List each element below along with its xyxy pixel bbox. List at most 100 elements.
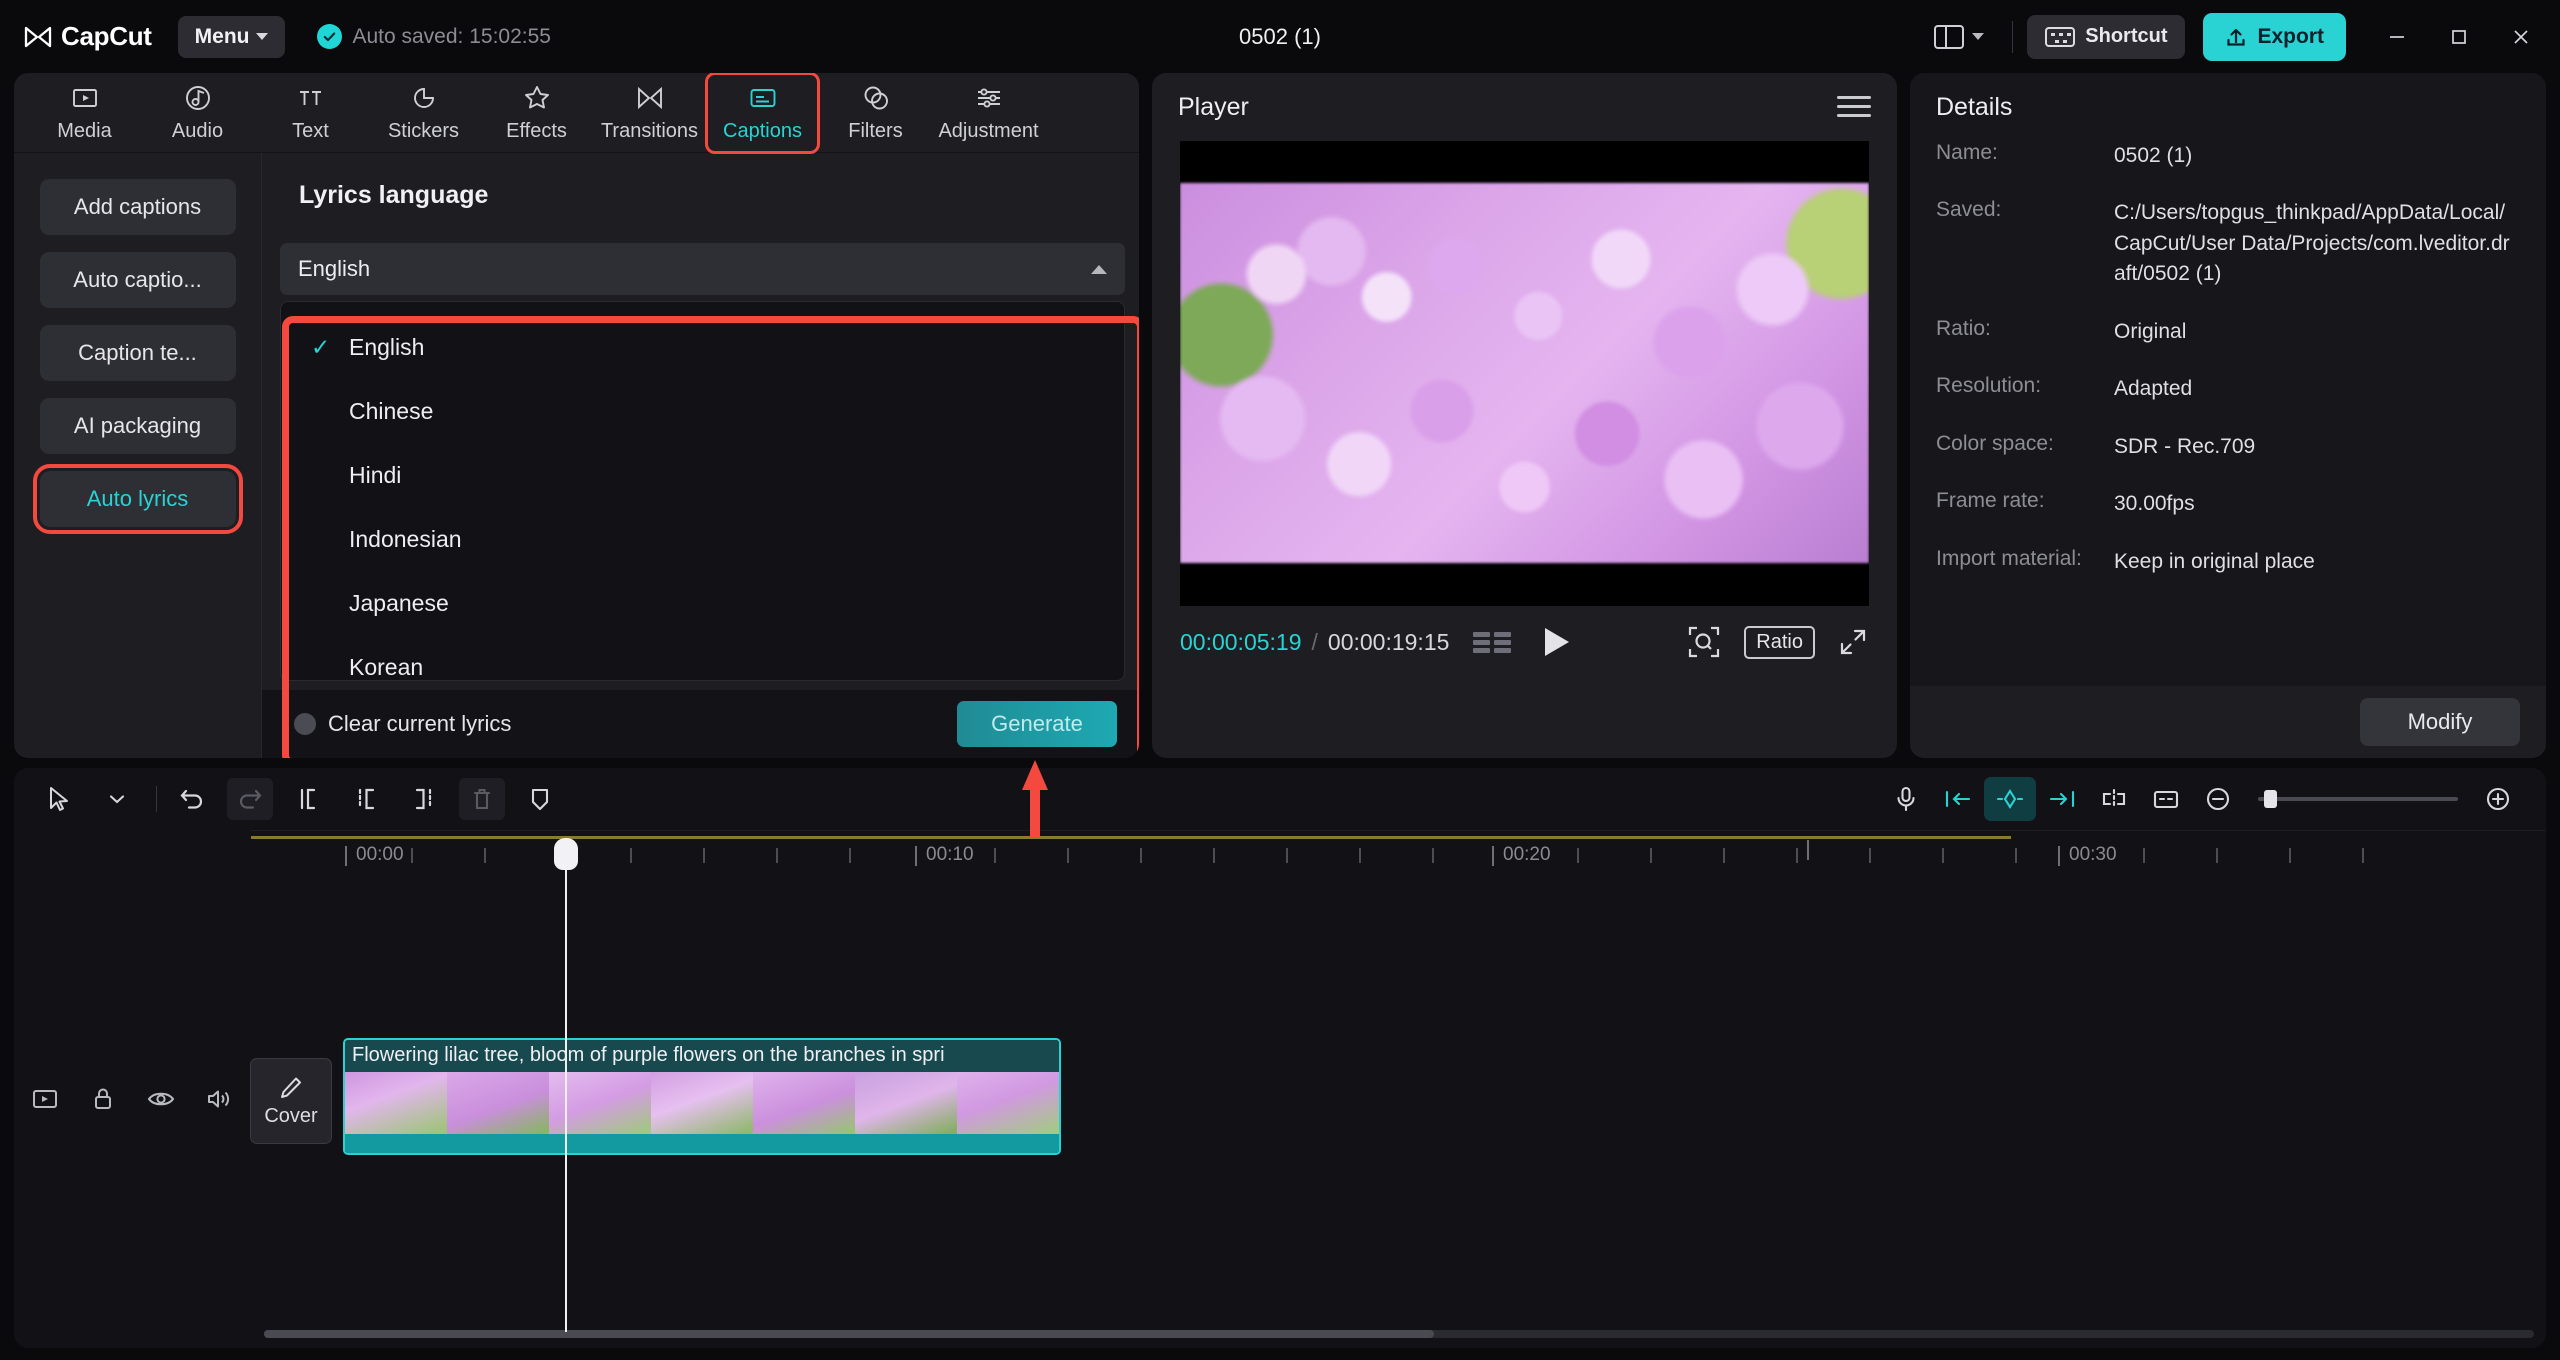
keyframe-icon[interactable] — [1984, 777, 2036, 821]
ruler-tick: 00:20 — [1492, 844, 1551, 866]
chevron-down-icon[interactable] — [94, 778, 140, 820]
language-dropdown: ✓ English Chinese Hindi Indonesian Japan… — [280, 301, 1125, 681]
close-button[interactable] — [2490, 0, 2552, 73]
lock-icon[interactable] — [84, 1080, 122, 1118]
sidebar-item-auto-captions[interactable]: Auto captio... — [39, 252, 236, 308]
crop-icon[interactable] — [2140, 777, 2192, 821]
tab-effects[interactable]: Effects — [480, 73, 593, 153]
range-bar — [251, 836, 2011, 839]
sidebar-item-auto-lyrics[interactable]: Auto lyrics — [32, 464, 243, 534]
mirror-icon[interactable] — [2088, 777, 2140, 821]
tab-audio[interactable]: Audio — [141, 73, 254, 153]
ruler-tick: 00:00 — [345, 844, 404, 866]
clear-lyrics-checkbox[interactable] — [294, 713, 316, 735]
dropdown-option-hindi[interactable]: Hindi — [281, 443, 1124, 507]
dropdown-option-english[interactable]: ✓ English — [281, 315, 1124, 379]
timeline-toolbar — [14, 768, 2546, 830]
select-arrow-icon[interactable] — [36, 778, 82, 820]
details-fade — [1910, 652, 2546, 686]
cover-button[interactable]: Cover — [250, 1058, 332, 1144]
tab-captions[interactable]: Captions — [705, 73, 820, 154]
zoom-slider[interactable] — [2258, 790, 2458, 808]
timeline-scrollbar[interactable] — [264, 1330, 2534, 1338]
volume-icon[interactable] — [200, 1080, 238, 1118]
tab-label: Filters — [848, 119, 903, 142]
dropdown-option-korean[interactable]: Korean — [281, 635, 1124, 680]
tab-media[interactable]: Media — [28, 73, 141, 153]
maximize-button[interactable] — [2428, 0, 2490, 73]
track-controls — [26, 1080, 238, 1118]
ruler-minor-tick — [1796, 848, 1798, 863]
tab-text[interactable]: Text — [254, 73, 367, 153]
keyframe-next-icon[interactable] — [2036, 777, 2088, 821]
tab-stickers[interactable]: Stickers — [367, 73, 480, 153]
sidebar-item-caption-templates[interactable]: Caption te... — [39, 325, 236, 381]
timeline-right-tools — [1880, 777, 2524, 821]
timeline-ruler[interactable]: 00:00 00:10 00:20 00:30 — [251, 830, 2546, 882]
undo-icon[interactable] — [169, 778, 215, 820]
zoom-out-icon[interactable] — [2192, 777, 2244, 821]
filters-icon — [864, 86, 888, 109]
dropdown-option-indonesian[interactable]: Indonesian — [281, 507, 1124, 571]
mic-icon[interactable] — [1880, 777, 1932, 821]
language-select[interactable]: English — [280, 243, 1125, 295]
player-title: Player — [1178, 92, 1249, 121]
tab-label: Text — [292, 119, 329, 142]
ruler-minor-tick — [1359, 848, 1361, 863]
fullscreen-icon[interactable] — [1837, 626, 1869, 658]
titlebar-right-group: Shortcut Export — [1920, 0, 2560, 73]
details-key: Name: — [1936, 141, 1998, 164]
tab-label: Media — [57, 119, 112, 142]
redo-icon[interactable] — [227, 778, 273, 820]
sidebar-item-ai-packaging[interactable]: AI packaging — [39, 398, 236, 454]
captions-sidebar: Add captions Auto captio... Caption te..… — [14, 153, 261, 758]
eye-icon[interactable] — [142, 1080, 180, 1118]
hamburger-icon[interactable] — [1837, 96, 1871, 118]
track-preview-icon[interactable] — [26, 1080, 64, 1118]
split-icon[interactable] — [285, 778, 331, 820]
ruler-minor-tick — [703, 848, 705, 863]
keyframe-prev-icon[interactable] — [1932, 777, 1984, 821]
shortcut-button[interactable]: Shortcut — [2027, 14, 2186, 59]
modify-button[interactable]: Modify — [2360, 698, 2520, 746]
ruler-minor-tick — [1577, 848, 1579, 863]
tab-filters[interactable]: Filters — [819, 73, 932, 153]
dropdown-option-chinese[interactable]: Chinese — [281, 379, 1124, 443]
ruler-minor-tick — [776, 848, 778, 863]
details-value: Original — [2114, 319, 2187, 343]
playhead[interactable] — [554, 838, 578, 1332]
tab-adjustment[interactable]: Adjustment — [932, 73, 1045, 153]
playhead-handle[interactable] — [554, 838, 578, 870]
zoom-fit-icon[interactable] — [1686, 624, 1722, 660]
export-button[interactable]: Export — [2203, 12, 2346, 61]
divider — [156, 786, 157, 812]
zoom-slider-handle[interactable] — [2264, 790, 2277, 808]
layout-button[interactable] — [1920, 15, 1998, 59]
tab-label: Stickers — [387, 119, 460, 142]
details-row-ratio: Ratio: Original — [1936, 317, 2520, 347]
tab-transitions[interactable]: Transitions — [593, 73, 706, 153]
freeze-icon[interactable] — [517, 778, 563, 820]
delete-icon[interactable] — [459, 778, 505, 820]
sidebar-item-add-captions[interactable]: Add captions — [39, 179, 236, 235]
generate-button[interactable]: Generate — [957, 701, 1117, 747]
ratio-label: Ratio — [1756, 630, 1803, 653]
sidebar-item-label: AI packaging — [73, 413, 202, 438]
captions-body: Add captions Auto captio... Caption te..… — [14, 153, 1139, 758]
adjustment-icon — [977, 87, 1000, 108]
dropdown-option-japanese[interactable]: Japanese — [281, 571, 1124, 635]
zoom-in-icon[interactable] — [2472, 777, 2524, 821]
minimize-button[interactable] — [2366, 0, 2428, 73]
play-icon[interactable] — [1545, 628, 1570, 656]
timeline-clip[interactable]: Flowering lilac tree, bloom of purple fl… — [343, 1038, 1061, 1155]
menu-button[interactable]: Menu — [177, 15, 286, 58]
ratio-button[interactable]: Ratio — [1744, 625, 1815, 659]
frames-icon[interactable] — [1473, 631, 1512, 653]
audio-icon — [185, 85, 210, 110]
ruler-minor-tick — [1869, 848, 1871, 863]
video-preview[interactable] — [1180, 141, 1869, 606]
trim-right-icon[interactable] — [401, 778, 447, 820]
check-icon: ✓ — [311, 333, 331, 360]
details-footer: Modify — [1910, 686, 2546, 758]
trim-left-icon[interactable] — [343, 778, 389, 820]
